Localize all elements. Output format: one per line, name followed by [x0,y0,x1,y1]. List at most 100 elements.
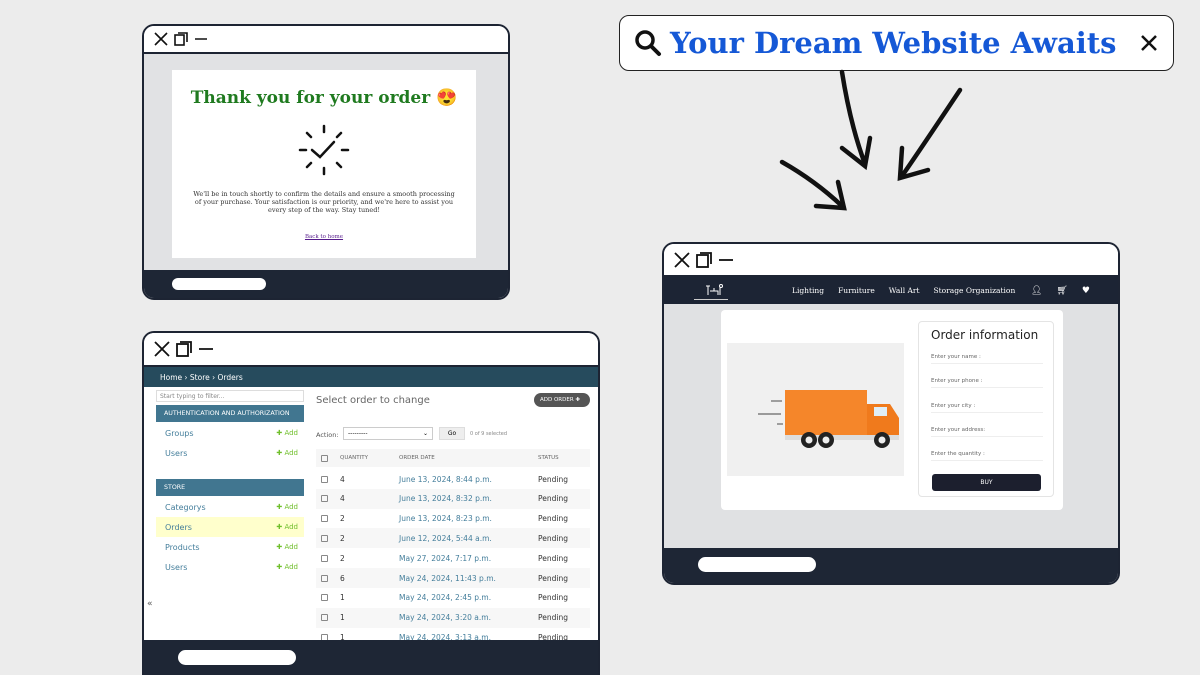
status-cell: Pending [538,573,568,583]
quantity-cell: 4 [340,474,345,484]
add-link[interactable]: ✚ Add [276,503,298,511]
order-date-link[interactable]: June 13, 2024, 8:32 p.m. [399,494,492,503]
table-row[interactable]: 4 June 13, 2024, 8:32 p.m. Pending [316,488,590,509]
quantity-cell: 1 [340,613,345,623]
sidebar-item-users[interactable]: Users ✚ Add [156,443,304,463]
collapse-sidebar-button[interactable]: « [147,599,153,609]
quantity-cell: 2 [340,533,345,543]
nav-lighting[interactable]: Lighting [792,286,824,295]
table-header: QUANTITY ORDER DATE STATUS [316,449,590,467]
nav-furniture[interactable]: Furniture [838,286,875,295]
status-cell: Pending [538,474,568,484]
close-icon[interactable] [154,32,168,46]
row-checkbox[interactable] [321,495,328,503]
form-title: Order information [931,328,1039,342]
sidebar-item-users-store[interactable]: Users ✚ Add [156,557,304,577]
row-checkbox[interactable] [321,515,328,523]
nav-storage-organization[interactable]: Storage Organization [934,286,1016,295]
buy-button[interactable]: BUY [932,474,1041,491]
restore-icon[interactable] [174,32,188,46]
action-label: Action: [316,431,339,439]
table-row[interactable]: 2 June 12, 2024, 5:44 a.m. Pending [316,528,590,549]
nav-wall-art[interactable]: Wall Art [889,286,920,295]
row-checkbox[interactable] [321,614,328,622]
page-title: Select order to change [316,395,430,406]
sidebar-item-products[interactable]: Products ✚ Add [156,537,304,557]
row-checkbox[interactable] [321,574,328,582]
arrows-decoration [779,69,963,211]
logo[interactable] [694,282,728,300]
shop-window: Lighting Furniture Wall Art Storage Orga… [662,242,1120,585]
add-link[interactable]: ✚ Add [276,429,298,437]
restore-icon[interactable] [696,251,712,268]
window-titlebar [664,244,1118,277]
check-icon [298,124,350,176]
close-icon[interactable] [674,251,690,268]
add-link[interactable]: ✚ Add [276,543,298,551]
minimize-icon[interactable] [718,252,734,268]
address-input[interactable]: Enter your address: [931,423,1043,437]
table-row[interactable]: 2 May 27, 2024, 7:17 p.m. Pending [316,548,590,568]
window-titlebar [144,26,508,54]
selected-count: 0 of 9 selected [470,431,508,437]
order-form: Order information Enter your name : Ente… [918,321,1054,497]
shop-navbar: Lighting Furniture Wall Art Storage Orga… [664,277,1118,304]
close-icon[interactable] [154,341,170,357]
minimize-icon[interactable] [194,32,208,46]
add-link[interactable]: ✚ Add [276,523,298,531]
cart-icon[interactable]: 🛒︎ [1056,286,1067,296]
order-date-link[interactable]: June 12, 2024, 5:44 a.m. [399,534,492,543]
sidebar-item-groups[interactable]: Groups ✚ Add [156,423,304,443]
table-row[interactable]: 1 May 24, 2024, 2:45 p.m. Pending [316,588,590,608]
add-link[interactable]: ✚ Add [276,563,298,571]
close-icon[interactable] [1139,33,1159,53]
store-section-header: STORE [156,479,304,496]
thank-you-title: Thank you for your order 😍 [190,88,458,108]
quantity-input[interactable]: Enter the quantity : [931,447,1043,461]
go-button[interactable]: Go [439,427,465,440]
restore-icon[interactable] [176,341,192,357]
status-cell: Pending [538,494,568,504]
minimize-icon[interactable] [198,341,214,357]
delivery-truck-image [727,343,904,476]
select-all-checkbox[interactable] [321,454,328,462]
order-date-link[interactable]: May 24, 2024, 2:45 p.m. [399,593,491,602]
row-checkbox[interactable] [321,475,328,483]
row-checkbox[interactable] [321,594,328,602]
add-link[interactable]: ✚ Add [276,449,298,457]
filter-input[interactable]: Start typing to filter... [156,390,304,402]
action-select[interactable]: --------- ⌄ [343,427,433,440]
row-checkbox[interactable] [321,534,328,542]
order-date-link[interactable]: May 24, 2024, 3:20 a.m. [399,613,491,622]
table-row[interactable]: 6 May 24, 2024, 11:43 p.m. Pending [316,568,590,588]
table-row[interactable]: 2 June 13, 2024, 8:23 p.m. Pending [316,509,590,529]
sidebar-item-orders[interactable]: Orders ✚ Add [156,517,304,537]
search-text: Your Dream Website Awaits [670,26,1117,60]
back-to-home-link[interactable]: Back to home [172,234,476,240]
add-order-button[interactable]: ADD ORDER ✚ [534,393,590,407]
window-bottom-bar [664,548,1118,583]
sidebar-item-categorys[interactable]: Categorys ✚ Add [156,497,304,517]
status-cell: Pending [538,553,568,563]
quantity-cell: 2 [340,553,345,563]
thank-you-message: We'll be in touch shortly to confirm the… [193,190,455,215]
window-bottom-bar [144,640,598,675]
breadcrumb[interactable]: Home › Store › Orders [144,367,598,387]
thank-you-window: Thank you for your order 😍 We'll be in t… [142,24,510,300]
order-date-link[interactable]: June 13, 2024, 8:23 p.m. [399,514,492,523]
quantity-cell: 4 [340,494,345,504]
status-cell: Pending [538,514,568,524]
name-input[interactable]: Enter your name : [931,350,1043,364]
phone-input[interactable]: Enter your phone : [931,374,1043,388]
user-icon[interactable]: 👤︎ [1031,286,1042,296]
order-date-link[interactable]: June 13, 2024, 8:44 p.m. [399,475,492,484]
admin-window: Home › Store › Orders Start typing to fi… [142,331,600,675]
table-row[interactable]: 4 June 13, 2024, 8:44 p.m. Pending [316,469,590,489]
order-date-link[interactable]: May 24, 2024, 11:43 p.m. [399,574,496,583]
table-row[interactable]: 1 May 24, 2024, 3:20 a.m. Pending [316,607,590,628]
quantity-cell: 2 [340,514,345,524]
heart-icon[interactable]: ♥ [1082,286,1090,296]
row-checkbox[interactable] [321,554,328,562]
order-date-link[interactable]: May 27, 2024, 7:17 p.m. [399,554,491,563]
city-input[interactable]: Enter your city : [931,399,1043,413]
